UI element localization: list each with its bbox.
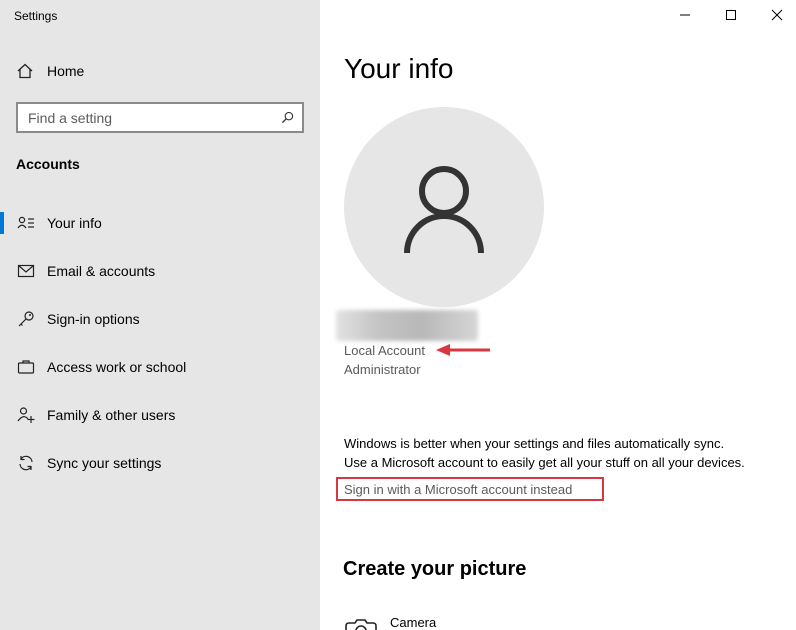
maximize-icon xyxy=(726,10,736,20)
search-icon[interactable] xyxy=(281,111,294,124)
sidebar-item-label: Sign-in options xyxy=(47,311,140,327)
sign-in-microsoft-link[interactable]: Sign in with a Microsoft account instead xyxy=(336,477,604,501)
user-icon xyxy=(404,166,484,254)
annotation-arrow-icon xyxy=(436,344,490,356)
home-label: Home xyxy=(47,63,85,79)
sync-icon xyxy=(19,455,33,471)
key-icon xyxy=(18,311,34,327)
camera-option[interactable]: Camera xyxy=(344,612,436,630)
sidebar-item-label: Sync your settings xyxy=(47,455,162,471)
sync-message-line-2: Use a Microsoft account to easily get al… xyxy=(344,455,745,470)
sidebar-item-access-work-school[interactable]: Access work or school xyxy=(0,349,320,385)
sidebar-item-email-accounts[interactable]: Email & accounts xyxy=(0,253,320,289)
sync-message-line-1: Windows is better when your settings and… xyxy=(344,436,725,451)
sidebar-item-label: Access work or school xyxy=(47,359,187,375)
sidebar-item-your-info[interactable]: Your info xyxy=(0,205,320,241)
page-title: Your info xyxy=(344,53,454,84)
minimize-button[interactable] xyxy=(662,0,708,30)
maximize-button[interactable] xyxy=(708,0,754,30)
avatar[interactable] xyxy=(344,107,544,307)
sync-message: Windows is better when your settings and… xyxy=(344,434,784,472)
create-picture-heading: Create your picture xyxy=(343,558,527,580)
sidebar-item-label: Your info xyxy=(47,215,102,231)
sidebar-item-label: Email & accounts xyxy=(47,263,156,279)
account-type: Local Account xyxy=(344,343,425,358)
sidebar-item-sync-settings[interactable]: Sync your settings xyxy=(0,445,320,481)
camera-label: Camera xyxy=(390,615,437,630)
mail-icon xyxy=(17,264,35,278)
sidebar-item-sign-in-options[interactable]: Sign-in options xyxy=(0,301,320,337)
close-button[interactable] xyxy=(754,0,796,30)
home-nav-item[interactable]: Home xyxy=(16,60,296,82)
home-icon xyxy=(17,63,33,79)
contact-info-icon xyxy=(17,216,34,229)
sidebar: Settings Home Accounts Your info Email &… xyxy=(0,0,320,630)
sidebar-item-family-other-users[interactable]: Family & other users xyxy=(0,397,320,433)
section-heading-accounts: Accounts xyxy=(16,156,80,172)
minimize-icon xyxy=(680,14,690,16)
search-box[interactable] xyxy=(16,102,304,133)
search-input[interactable] xyxy=(28,109,268,126)
briefcase-icon xyxy=(17,360,35,374)
sidebar-item-label: Family & other users xyxy=(47,407,176,423)
camera-icon xyxy=(345,619,377,630)
account-name-redacted xyxy=(336,310,478,341)
close-icon xyxy=(771,9,783,21)
account-role: Administrator xyxy=(344,362,421,377)
app-title: Settings xyxy=(14,9,58,23)
main-content: Your info Local Account Administrator Wi… xyxy=(320,0,796,630)
add-user-icon xyxy=(17,407,35,423)
